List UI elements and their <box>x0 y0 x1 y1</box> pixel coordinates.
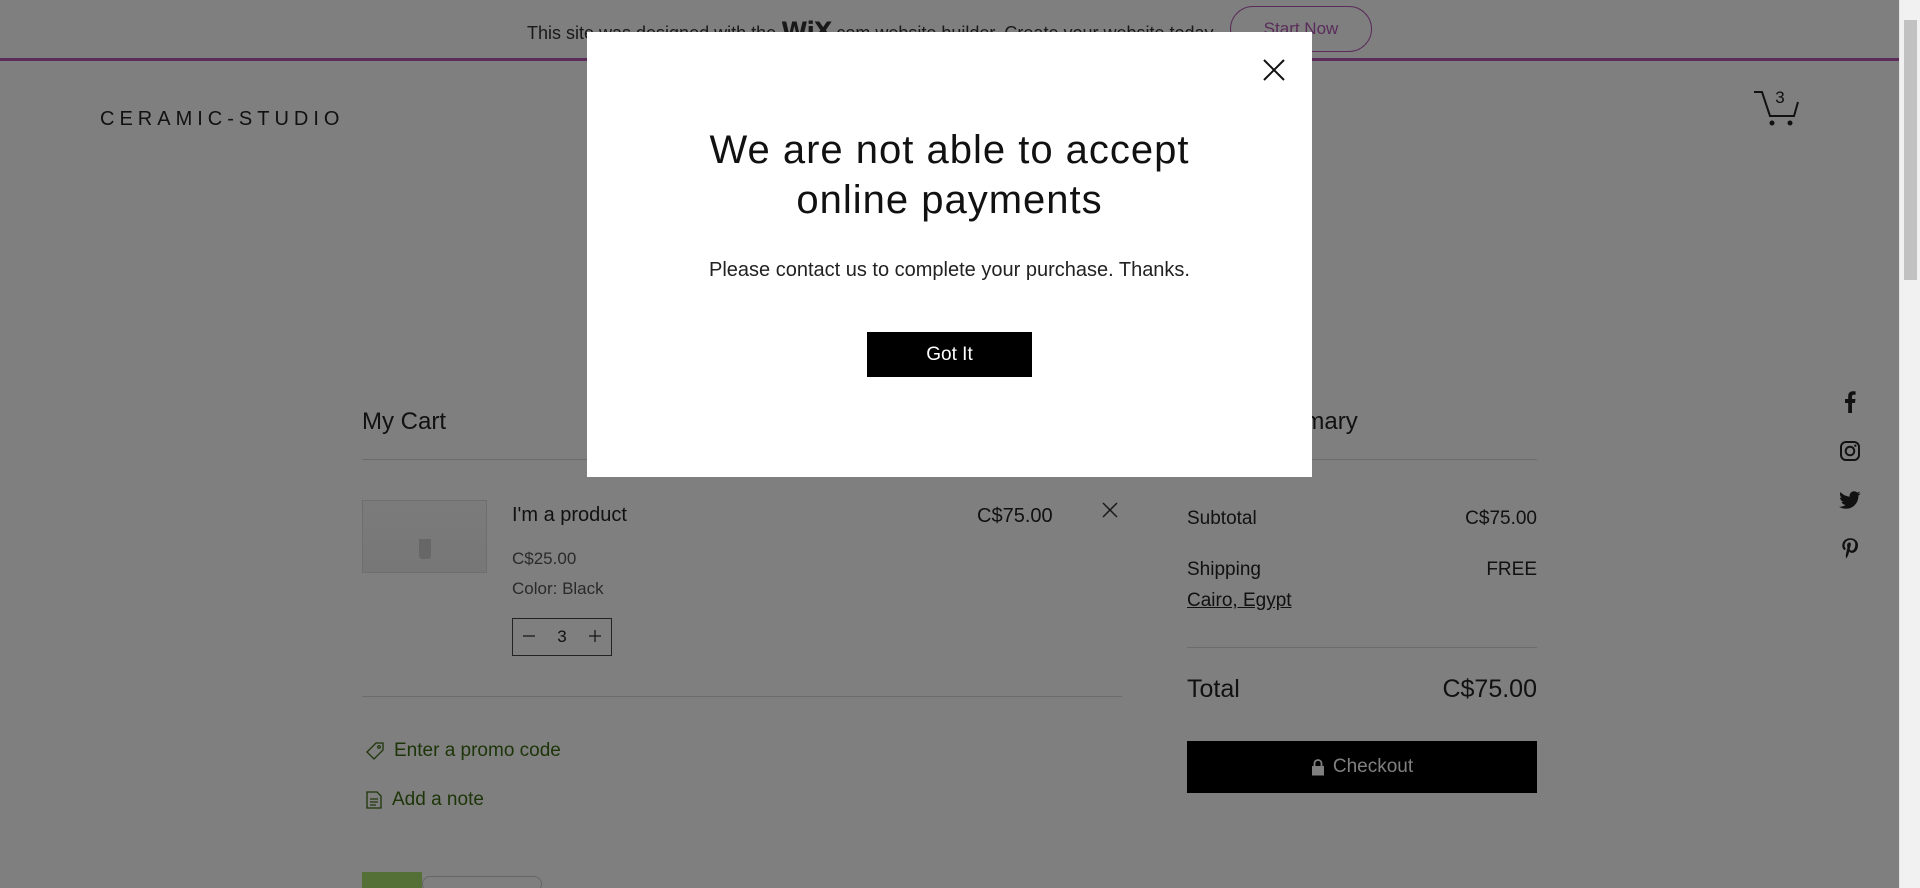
got-it-button[interactable]: Got It <box>867 332 1032 377</box>
modal-title: We are not able to accept online payment… <box>587 125 1312 225</box>
payment-modal <box>587 32 1312 477</box>
modal-title-line2: online payments <box>796 178 1103 222</box>
close-icon[interactable] <box>1262 58 1286 82</box>
modal-message: Please contact us to complete your purch… <box>708 259 1190 281</box>
modal-title-line1: We are not able to accept <box>709 128 1190 172</box>
scrollbar[interactable] <box>1899 0 1920 888</box>
scrollbar-thumb[interactable] <box>1904 20 1917 280</box>
